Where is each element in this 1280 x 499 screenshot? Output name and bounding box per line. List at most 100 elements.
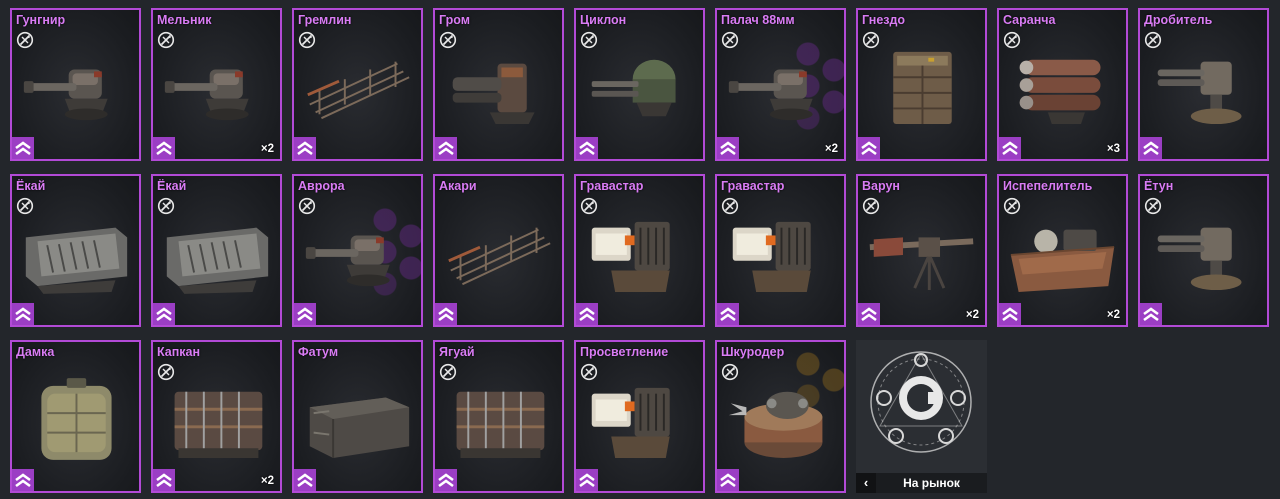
crossed-out-icon bbox=[580, 31, 598, 49]
item-image bbox=[174, 391, 263, 458]
inventory-card-item-3[interactable]: Гремлин bbox=[292, 8, 423, 161]
item-name: Аврора bbox=[298, 179, 345, 193]
item-quantity: ×2 bbox=[965, 309, 979, 321]
rank-chevron-icon bbox=[435, 137, 457, 159]
item-name: Фатум bbox=[298, 345, 339, 359]
inventory-card-item-13[interactable]: Акари bbox=[433, 174, 564, 327]
crossed-out-icon bbox=[439, 363, 457, 381]
inventory-card-item-20[interactable]: Капкан ×2 bbox=[151, 340, 282, 493]
item-name: Гравастар bbox=[580, 179, 644, 193]
rank-chevron-icon bbox=[12, 303, 34, 325]
item-name: Капкан bbox=[157, 345, 201, 359]
rank-chevron-icon bbox=[999, 137, 1021, 159]
inventory-card-item-15[interactable]: Гравастар bbox=[715, 174, 846, 327]
item-name: Испепелитель bbox=[1003, 179, 1093, 193]
crossed-out-icon bbox=[439, 31, 457, 49]
rank-chevron-icon bbox=[153, 137, 175, 159]
inventory-card-item-24[interactable]: Шкуродер bbox=[715, 340, 846, 493]
market-label: На рынок bbox=[903, 476, 960, 490]
item-name: Гром bbox=[439, 13, 470, 27]
item-name: Ягуай bbox=[439, 345, 475, 359]
item-name: Ёкай bbox=[157, 179, 187, 193]
rank-chevron-icon bbox=[576, 469, 598, 491]
inventory-card-item-21[interactable]: Фатум bbox=[292, 340, 423, 493]
inventory-card-item-11[interactable]: Ёкай bbox=[151, 174, 282, 327]
item-name: Ёкай bbox=[16, 179, 46, 193]
crossed-out-icon bbox=[298, 197, 316, 215]
item-image bbox=[448, 227, 551, 286]
crossed-out-icon bbox=[721, 363, 739, 381]
chevron-left-icon[interactable]: ‹ bbox=[856, 473, 876, 493]
crossed-out-icon bbox=[157, 363, 175, 381]
inventory-card-item-18[interactable]: Ётун bbox=[1138, 174, 1269, 327]
item-image bbox=[728, 69, 813, 121]
rank-chevron-icon bbox=[717, 469, 739, 491]
crossed-out-icon bbox=[721, 197, 739, 215]
item-name: Ётун bbox=[1144, 179, 1174, 193]
item-name: Гравастар bbox=[721, 179, 785, 193]
inventory-card-item-6[interactable]: Палач 88мм ×2 bbox=[715, 8, 846, 161]
item-name: Акари bbox=[439, 179, 477, 193]
rank-chevron-icon bbox=[999, 303, 1021, 325]
item-image bbox=[41, 378, 112, 460]
crossed-out-icon bbox=[157, 31, 175, 49]
inventory-card-item-8[interactable]: Саранча ×3 bbox=[997, 8, 1128, 161]
inventory-card-item-1[interactable]: Гунгнир bbox=[10, 8, 141, 161]
rank-chevron-icon bbox=[1140, 137, 1162, 159]
item-quantity: ×2 bbox=[260, 143, 274, 155]
item-image bbox=[166, 227, 269, 294]
inventory-card-item-14[interactable]: Гравастар bbox=[574, 174, 705, 327]
to-market-button[interactable]: ‹ На рынок bbox=[856, 340, 987, 493]
crossed-out-icon bbox=[862, 31, 880, 49]
inventory-card-item-19[interactable]: Дамка bbox=[10, 340, 141, 493]
inventory-card-item-5[interactable]: Циклон bbox=[574, 8, 705, 161]
inventory-card-item-2[interactable]: Мельник ×2 bbox=[151, 8, 282, 161]
rank-chevron-icon bbox=[717, 303, 739, 325]
crossed-out-icon bbox=[721, 31, 739, 49]
item-image bbox=[25, 227, 128, 294]
inventory-card-item-16[interactable]: Варун ×2 bbox=[856, 174, 987, 327]
rank-chevron-icon bbox=[294, 469, 316, 491]
item-image bbox=[309, 397, 410, 458]
inventory-card-item-7[interactable]: Гнездо bbox=[856, 8, 987, 161]
item-name: Гунгнир bbox=[16, 13, 66, 27]
rank-chevron-icon bbox=[153, 469, 175, 491]
crossed-out-icon bbox=[1003, 31, 1021, 49]
item-image bbox=[591, 221, 670, 292]
item-image bbox=[456, 391, 545, 458]
crossed-out-icon bbox=[1144, 31, 1162, 49]
item-image bbox=[452, 63, 535, 125]
inventory-card-item-22[interactable]: Ягуай bbox=[433, 340, 564, 493]
inventory-card-item-4[interactable]: Гром bbox=[433, 8, 564, 161]
item-image bbox=[1157, 61, 1242, 125]
inventory-card-item-10[interactable]: Ёкай bbox=[10, 174, 141, 327]
item-name: Мельник bbox=[157, 13, 212, 27]
crossed-out-icon bbox=[16, 197, 34, 215]
item-quantity: ×2 bbox=[260, 475, 274, 487]
item-name: Гнездо bbox=[862, 13, 906, 27]
crossout-logo-icon bbox=[870, 351, 972, 453]
inventory-card-item-9[interactable]: Дробитель bbox=[1138, 8, 1269, 161]
item-quantity: ×3 bbox=[1106, 143, 1120, 155]
crossed-out-icon bbox=[1144, 197, 1162, 215]
crossed-out-icon bbox=[157, 197, 175, 215]
crossed-out-icon bbox=[580, 197, 598, 215]
inventory-card-item-12[interactable]: Аврора bbox=[292, 174, 423, 327]
item-image bbox=[893, 51, 952, 125]
rank-chevron-icon bbox=[858, 137, 880, 159]
item-image bbox=[591, 59, 676, 117]
item-image bbox=[164, 69, 249, 121]
item-quantity: ×2 bbox=[1106, 309, 1120, 321]
rank-chevron-icon bbox=[12, 137, 34, 159]
rank-chevron-icon bbox=[12, 469, 34, 491]
rank-chevron-icon bbox=[576, 303, 598, 325]
item-name: Циклон bbox=[580, 13, 627, 27]
crossed-out-icon bbox=[1003, 197, 1021, 215]
item-image bbox=[1019, 59, 1101, 125]
inventory-card-item-23[interactable]: Просветление bbox=[574, 340, 705, 493]
crossed-out-icon bbox=[298, 31, 316, 49]
item-image bbox=[728, 391, 823, 458]
crossed-out-icon bbox=[16, 31, 34, 49]
item-image bbox=[305, 235, 390, 287]
inventory-card-item-17[interactable]: Испепелитель ×2 bbox=[997, 174, 1128, 327]
